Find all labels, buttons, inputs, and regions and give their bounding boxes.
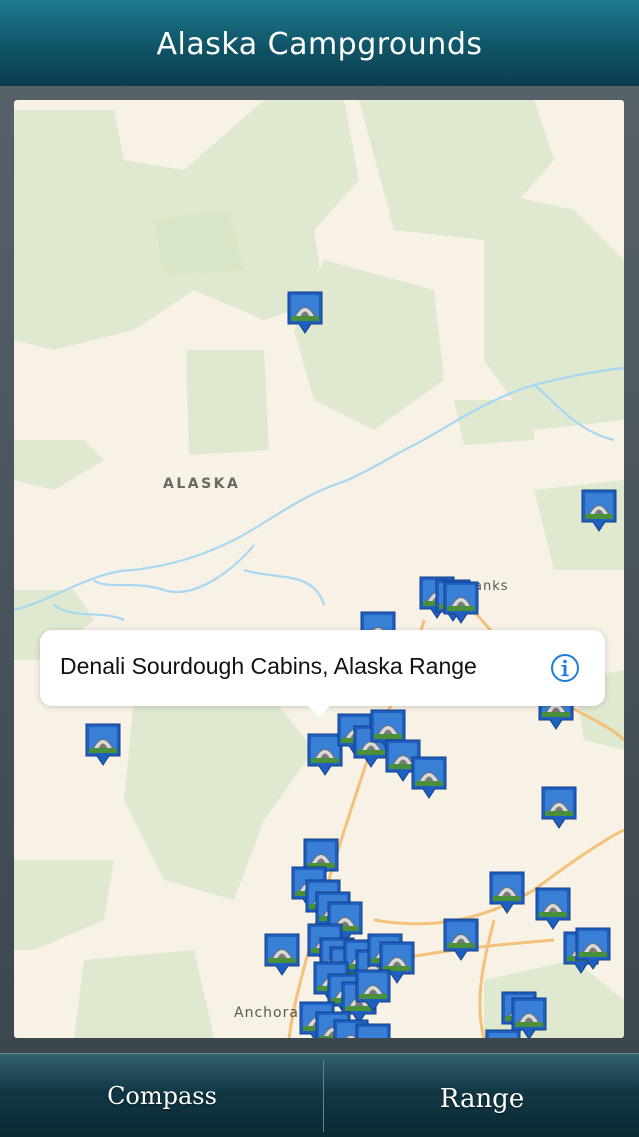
info-icon[interactable] [550,653,580,683]
campground-marker-icon[interactable] [286,290,324,334]
map-label-anchorage: Anchora [234,1005,299,1021]
range-button-label: Range [439,1084,525,1114]
callout-pointer [306,704,332,717]
campground-marker-icon[interactable] [84,722,122,766]
campground-marker-icon[interactable] [442,917,480,961]
campground-marker-icon[interactable] [574,926,612,970]
campground-marker-icon[interactable] [354,1022,392,1038]
callout-title: Denali Sourdough Cabins, Alaska Range [60,653,477,679]
campground-marker-icon[interactable] [580,488,618,532]
campground-callout[interactable]: Denali Sourdough Cabins, Alaska Range [40,630,605,717]
compass-button-label: Compass [107,1082,217,1110]
map-label-alaska: ALASKA [163,476,241,492]
map-view[interactable]: ALASKA anks Anchora [14,100,624,1038]
range-button[interactable]: Range [325,1054,639,1137]
campground-marker-icon[interactable] [354,968,392,1012]
campground-marker-icon[interactable] [263,932,301,976]
page-title: Alaska Campgrounds [156,27,483,62]
campground-marker-icon[interactable] [442,580,480,624]
toolbar-divider [323,1060,324,1132]
bottom-toolbar: Compass Range [0,1053,639,1137]
compass-button[interactable]: Compass [0,1054,324,1137]
campground-marker-icon[interactable] [484,1028,522,1038]
campground-marker-icon[interactable] [410,755,448,799]
campground-marker-icon[interactable] [534,886,572,930]
campground-marker-icon[interactable] [540,785,578,829]
navigation-bar: Alaska Campgrounds [0,0,639,86]
campground-marker-icon[interactable] [488,870,526,914]
